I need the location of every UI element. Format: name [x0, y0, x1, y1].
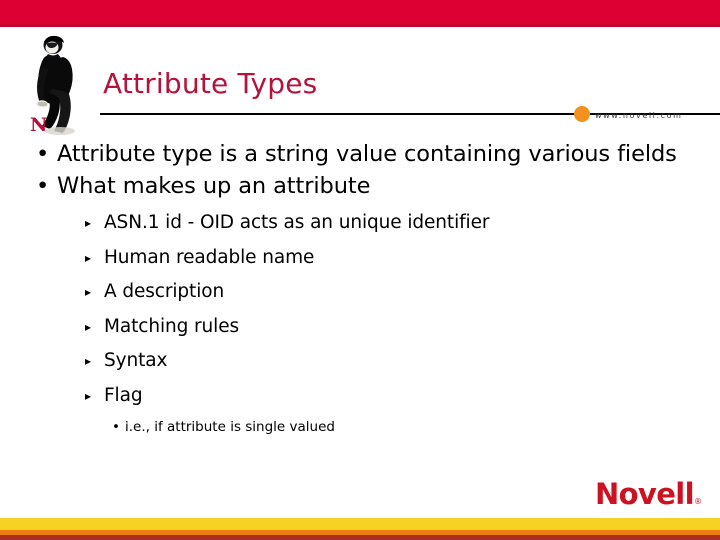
bullet-level2: ▸ Flag [0, 379, 720, 414]
bullet-level1: • What makes up an attribute [0, 172, 720, 200]
page-title: Attribute Types [103, 67, 318, 100]
bullet-marker-level2: ▸ [85, 216, 91, 230]
bullet-marker-level2: ▸ [85, 388, 91, 403]
bullet-level2: ▸ Matching rules [0, 310, 720, 345]
footer-band-yellow [0, 518, 720, 530]
novell-person-logo: N [26, 33, 88, 135]
logo-n-letter: N [30, 114, 48, 136]
bullet-level1-text: What makes up an attribute [57, 173, 371, 199]
bullet-level2-text: Flag [104, 384, 143, 406]
bullet-marker-level2: ▸ [85, 354, 91, 368]
novell-wordmark: Novell® [595, 480, 702, 509]
bullet-level2-text: ASN.1 id - OID acts as an unique identif… [104, 212, 490, 233]
bullet-level3-text: i.e., if attribute is single valued [125, 419, 335, 435]
bullet-marker-level1: • [36, 141, 50, 167]
bullet-level2: ▸ Human readable name [0, 241, 720, 276]
bullet-level2-text: Matching rules [104, 315, 240, 337]
footer-band-darkred [0, 535, 720, 540]
bullet-marker-level2: ▸ [85, 285, 91, 299]
bullet-level2: ▸ A description [0, 275, 720, 310]
bullet-marker-level3: • [112, 419, 120, 435]
novell-url-label: www.novell.com [595, 111, 683, 120]
registered-trademark-icon: ® [694, 497, 702, 506]
bullet-level3: • i.e., if attribute is single valued [0, 417, 720, 438]
bullet-level2-text: A description [104, 281, 225, 302]
slide-header: N Attribute Types www.novell.com [0, 27, 720, 137]
bullet-level1: • Attribute type is a string value conta… [0, 140, 720, 168]
bullet-level2-text: Syntax [104, 350, 168, 371]
bullet-marker-level2: ▸ [85, 319, 91, 334]
bullet-level2-text: Human readable name [104, 246, 315, 268]
bullet-level1-text: Attribute type is a string value contain… [57, 141, 677, 167]
orange-dot-icon [574, 106, 590, 122]
top-red-banner [0, 0, 720, 24]
bullet-level2: ▸ Syntax [0, 344, 720, 379]
slide: N Attribute Types www.novell.com • Attri… [0, 0, 720, 540]
bullet-marker-level2: ▸ [85, 250, 91, 265]
novell-wordmark-text: Novell [594, 477, 695, 511]
bullet-marker-level1: • [36, 173, 50, 199]
slide-body: • Attribute type is a string value conta… [0, 140, 720, 438]
bullet-level2: ▸ ASN.1 id - OID acts as an unique ident… [0, 206, 720, 241]
